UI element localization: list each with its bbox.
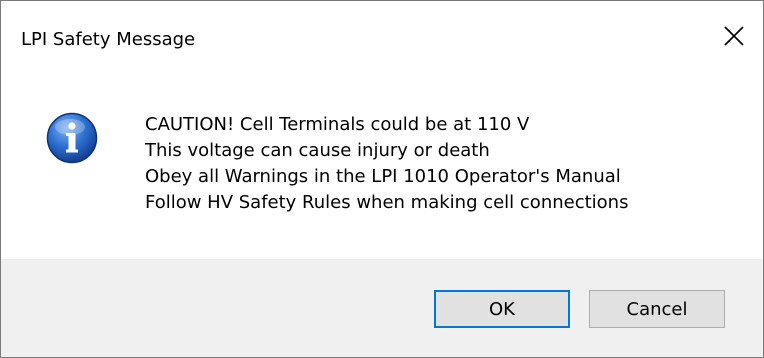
message-line: This voltage can cause injury or death (145, 140, 490, 161)
message-line: Follow HV Safety Rules when making cell … (145, 192, 629, 213)
ok-button[interactable]: OK (434, 290, 570, 328)
message-text: CAUTION! Cell Terminals could be at 110 … (145, 112, 628, 216)
close-button[interactable] (705, 1, 763, 71)
message-area: CAUTION! Cell Terminals could be at 110 … (1, 87, 763, 259)
cancel-button[interactable]: Cancel (589, 290, 725, 328)
title-bar: LPI Safety Message (1, 1, 763, 87)
message-line: CAUTION! Cell Terminals could be at 110 … (145, 114, 530, 135)
message-dialog: LPI Safety Message CAUTION! Cell Termina… (0, 0, 764, 358)
dialog-title: LPI Safety Message (21, 29, 196, 50)
message-line: Obey all Warnings in the LPI 1010 Operat… (145, 166, 621, 187)
info-icon (46, 112, 98, 164)
button-bar: OK Cancel (1, 259, 763, 357)
close-icon (724, 26, 744, 46)
